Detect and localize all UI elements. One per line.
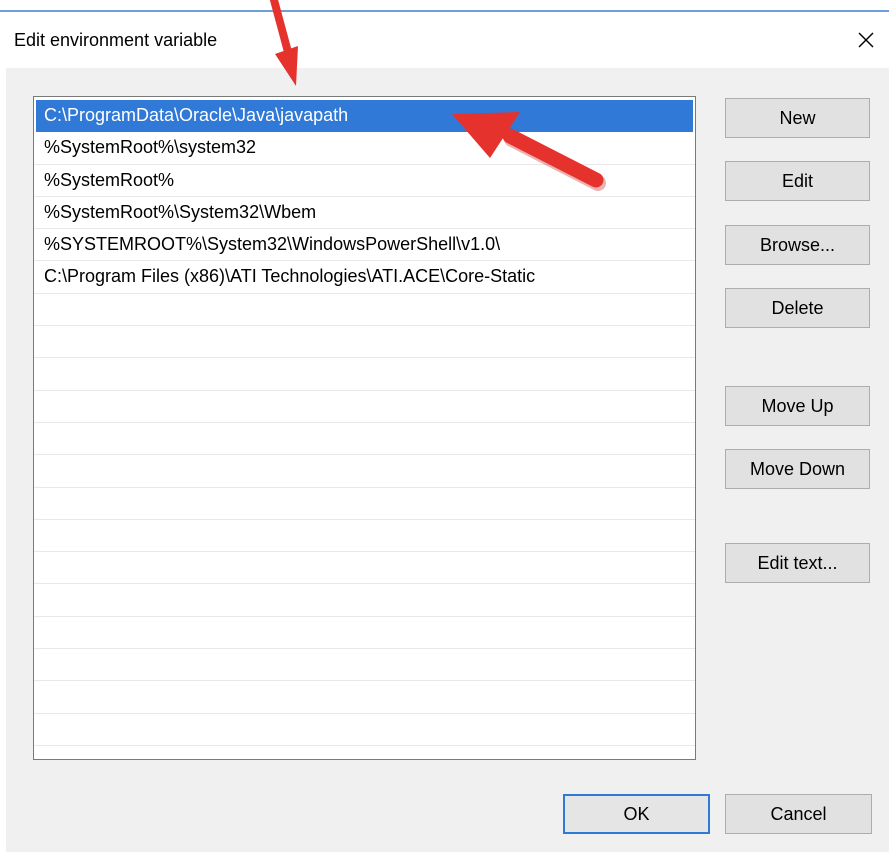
- path-list-rows: C:\ProgramData\Oracle\Java\javapath %Syst…: [34, 100, 695, 746]
- path-list-item[interactable]: [34, 488, 695, 520]
- path-list-item[interactable]: [34, 294, 695, 327]
- path-list-item[interactable]: [34, 358, 695, 391]
- move-down-button[interactable]: Move Down: [725, 449, 870, 489]
- path-list-item[interactable]: [34, 552, 695, 585]
- path-list-item[interactable]: %SystemRoot%\system32: [34, 132, 695, 165]
- path-list-item[interactable]: [34, 714, 695, 746]
- path-list-item[interactable]: %SystemRoot%: [34, 165, 695, 197]
- ok-button[interactable]: OK: [563, 794, 710, 834]
- new-button[interactable]: New: [725, 98, 870, 138]
- path-list-item[interactable]: %SYSTEMROOT%\System32\WindowsPowerShell\…: [34, 229, 695, 262]
- dialog-title: Edit environment variable: [14, 30, 218, 50]
- title-bar: Edit environment variable: [0, 12, 889, 68]
- path-list-item-selected[interactable]: C:\ProgramData\Oracle\Java\javapath: [36, 100, 693, 133]
- path-list-item[interactable]: [34, 391, 695, 423]
- path-list-item[interactable]: %SystemRoot%\System32\Wbem: [34, 197, 695, 230]
- edit-environment-variable-dialog: Edit environment variable C:\ProgramData…: [0, 0, 889, 852]
- path-list-item[interactable]: [34, 423, 695, 456]
- browse-button[interactable]: Browse...: [725, 225, 870, 265]
- close-icon: [858, 32, 874, 48]
- path-list-item[interactable]: [34, 520, 695, 553]
- close-button[interactable]: [846, 20, 886, 60]
- path-list-item[interactable]: [34, 649, 695, 682]
- edit-text-button[interactable]: Edit text...: [725, 543, 870, 583]
- path-list-item[interactable]: [34, 326, 695, 359]
- path-list-item[interactable]: [34, 617, 695, 650]
- path-list-item[interactable]: C:\Program Files (x86)\ATI Technologies\…: [34, 261, 695, 294]
- move-up-button[interactable]: Move Up: [725, 386, 870, 426]
- path-list-item[interactable]: [34, 584, 695, 617]
- edit-button[interactable]: Edit: [725, 161, 870, 201]
- path-list-item[interactable]: [34, 455, 695, 488]
- delete-button[interactable]: Delete: [725, 288, 870, 328]
- path-list-item[interactable]: [34, 681, 695, 714]
- path-list[interactable]: C:\ProgramData\Oracle\Java\javapath %Syst…: [33, 96, 696, 760]
- cancel-button[interactable]: Cancel: [725, 794, 872, 834]
